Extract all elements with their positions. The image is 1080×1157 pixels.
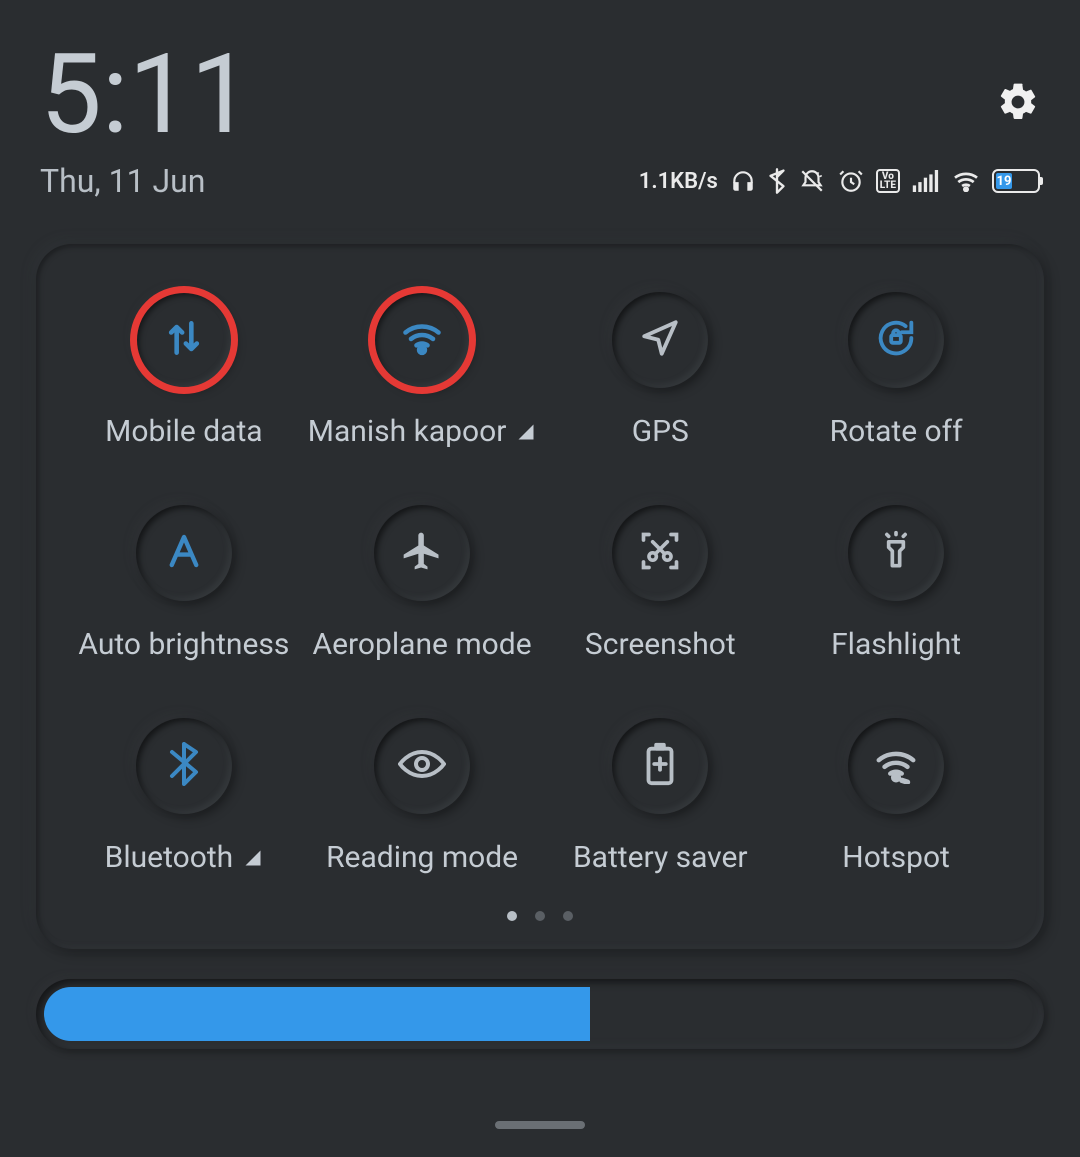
aeroplane-button[interactable] [374,505,470,601]
mobile-data-label: Mobile data [105,414,262,449]
tile-reading: Reading mode [308,718,537,875]
chevron-icon [243,848,263,868]
aeroplane-label: Aeroplane mode [313,627,532,662]
gear-icon [996,80,1040,124]
settings-button[interactable] [996,80,1040,128]
airplane-icon [400,529,444,577]
headphones-icon [730,168,756,194]
wifi-icon [400,316,444,364]
tile-screenshot: Screenshot [548,505,772,662]
tile-hotspot: Hotspot [784,718,1008,875]
flashlight-label: Flashlight [831,627,961,662]
brightness-fill [44,987,590,1041]
battery-plus-icon [642,741,678,791]
screenshot-label: Screenshot [585,627,736,662]
data-arrows-icon [162,316,206,364]
letter-a-icon [163,530,205,576]
rotate-label: Rotate off [830,414,963,449]
alarm-icon [838,168,864,194]
header: 5:11 Thu, 11 Jun 1.1KB/s VoLTE 19 [0,0,1080,220]
auto-brightness-label: Auto brightness [78,627,289,662]
eye-icon [398,747,446,785]
battery-saver-label: Battery saver [573,840,748,875]
volte-icon: VoLTE [876,169,900,193]
tile-rotate: Rotate off [784,292,1008,449]
bluetooth-status-icon [768,168,786,194]
bluetooth-icon [165,742,203,790]
tile-battery-saver: Battery saver [548,718,772,875]
clock-time: 5:11 [40,40,252,150]
page-dot[interactable] [535,911,545,921]
tile-auto-brightness: Auto brightness [72,505,296,662]
battery-fill: 19 [996,173,1012,189]
hotspot-icon [873,744,919,788]
hotspot-button[interactable] [848,718,944,814]
bluetooth-button[interactable] [136,718,232,814]
auto-brightness-button[interactable] [136,505,232,601]
tile-bluetooth: Bluetooth [72,718,296,875]
location-icon [639,317,681,363]
wifi-label: Manish kapoor [308,414,537,449]
chevron-icon [516,422,536,442]
status-bar: 1.1KB/s VoLTE 19 [639,168,1040,194]
tile-aeroplane: Aeroplane mode [308,505,537,662]
battery-indicator: 19 [992,169,1040,193]
hotspot-label: Hotspot [842,840,950,875]
header-right: 1.1KB/s VoLTE 19 [639,40,1040,200]
mobile-data-button[interactable] [136,292,232,388]
screenshot-button[interactable] [612,505,708,601]
bluetooth-label: Bluetooth [105,840,264,875]
tile-gps: GPS [548,292,772,449]
page-dot[interactable] [507,911,517,921]
network-speed: 1.1KB/s [639,169,718,194]
gps-button[interactable] [612,292,708,388]
tile-flashlight: Flashlight [784,505,1008,662]
battery-saver-button[interactable] [612,718,708,814]
signal-icon [912,170,940,192]
tiles-grid: Mobile data Manish kapoor GPS Rotate off… [72,292,1008,875]
pagination-dots[interactable] [72,911,1008,921]
tile-mobile-data: Mobile data [72,292,296,449]
wifi-status-icon [952,170,980,192]
flashlight-button[interactable] [848,505,944,601]
wifi-button[interactable] [374,292,470,388]
silent-icon [798,168,826,194]
quick-settings-panel: Mobile data Manish kapoor GPS Rotate off… [36,244,1044,949]
page-dot[interactable] [563,911,573,921]
date-label: Thu, 11 Jun [40,162,252,200]
brightness-slider[interactable] [36,979,1044,1049]
reading-button[interactable] [374,718,470,814]
scissors-box-icon [638,529,682,577]
reading-label: Reading mode [326,840,518,875]
tile-wifi: Manish kapoor [308,292,537,449]
gps-label: GPS [632,414,689,449]
flashlight-icon [874,529,918,577]
rotate-button[interactable] [848,292,944,388]
nav-handle[interactable] [495,1121,585,1129]
rotate-lock-icon [873,315,919,365]
header-left: 5:11 Thu, 11 Jun [40,40,252,200]
